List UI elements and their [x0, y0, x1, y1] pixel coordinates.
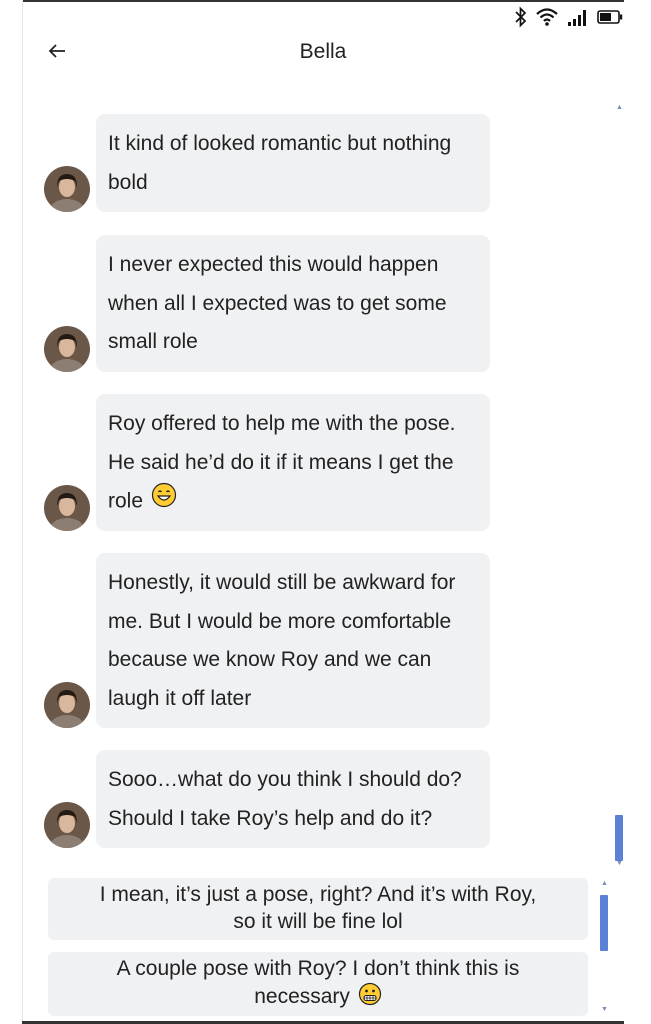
- message-bubble: Honestly, it would still be awkward for …: [96, 553, 490, 728]
- message-text: Honestly, it would still be awkward for …: [108, 571, 456, 710]
- battery-icon: [597, 10, 623, 24]
- avatar: [44, 326, 90, 372]
- avatar: [44, 166, 90, 212]
- chat-title: Bella: [299, 40, 347, 63]
- signal-icon: [567, 7, 589, 27]
- scroll-down-arrow[interactable]: ▼: [616, 860, 623, 867]
- reply-scrollbar-thumb[interactable]: [600, 895, 608, 951]
- reply-scroll-down-arrow[interactable]: ▼: [601, 1006, 608, 1013]
- scroll-up-arrow[interactable]: ▲: [616, 104, 623, 111]
- message-row: Roy offered to help me with the pose. He…: [44, 394, 494, 531]
- avatar: [44, 485, 90, 531]
- reply-scroll-up-arrow[interactable]: ▲: [601, 880, 608, 887]
- bluetooth-icon: [515, 6, 527, 28]
- status-bar: [515, 4, 623, 30]
- message-row: It kind of looked romantic but nothing b…: [44, 114, 494, 212]
- message-bubble: It kind of looked romantic but nothing b…: [96, 114, 490, 212]
- message-bubble: Roy offered to help me with the pose. He…: [96, 394, 490, 531]
- message-row: Sooo…what do you think I should do? Shou…: [44, 750, 494, 848]
- reply-option-button[interactable]: A couple pose with Roy? I don’t think th…: [48, 952, 588, 1016]
- wifi-icon: [535, 7, 559, 27]
- message-row: Honestly, it would still be awkward for …: [44, 553, 494, 728]
- message-row: I never expected this would happen when …: [44, 235, 494, 372]
- message-text: Sooo…what do you think I should do? Shou…: [108, 768, 462, 830]
- reply-option-text: A couple pose with Roy? I don’t think th…: [116, 957, 520, 1009]
- message-bubble: Sooo…what do you think I should do? Shou…: [96, 750, 490, 848]
- grinning-face-icon: [151, 482, 177, 522]
- chat-scrollbar-thumb[interactable]: [615, 815, 623, 861]
- chat-header: Bella: [22, 30, 624, 76]
- screen-left-border: [22, 0, 23, 1024]
- message-text: It kind of looked romantic but nothing b…: [108, 132, 452, 194]
- avatar: [44, 682, 90, 728]
- grimacing-face-icon: [358, 982, 382, 1013]
- message-text: I never expected this would happen when …: [108, 253, 447, 353]
- avatar: [44, 802, 90, 848]
- reply-option-text: I mean, it’s just a pose, right? And it’…: [99, 883, 537, 933]
- screen-top-border: [22, 0, 624, 2]
- reply-option-button[interactable]: I mean, it’s just a pose, right? And it’…: [48, 878, 588, 940]
- message-bubble: I never expected this would happen when …: [96, 235, 490, 372]
